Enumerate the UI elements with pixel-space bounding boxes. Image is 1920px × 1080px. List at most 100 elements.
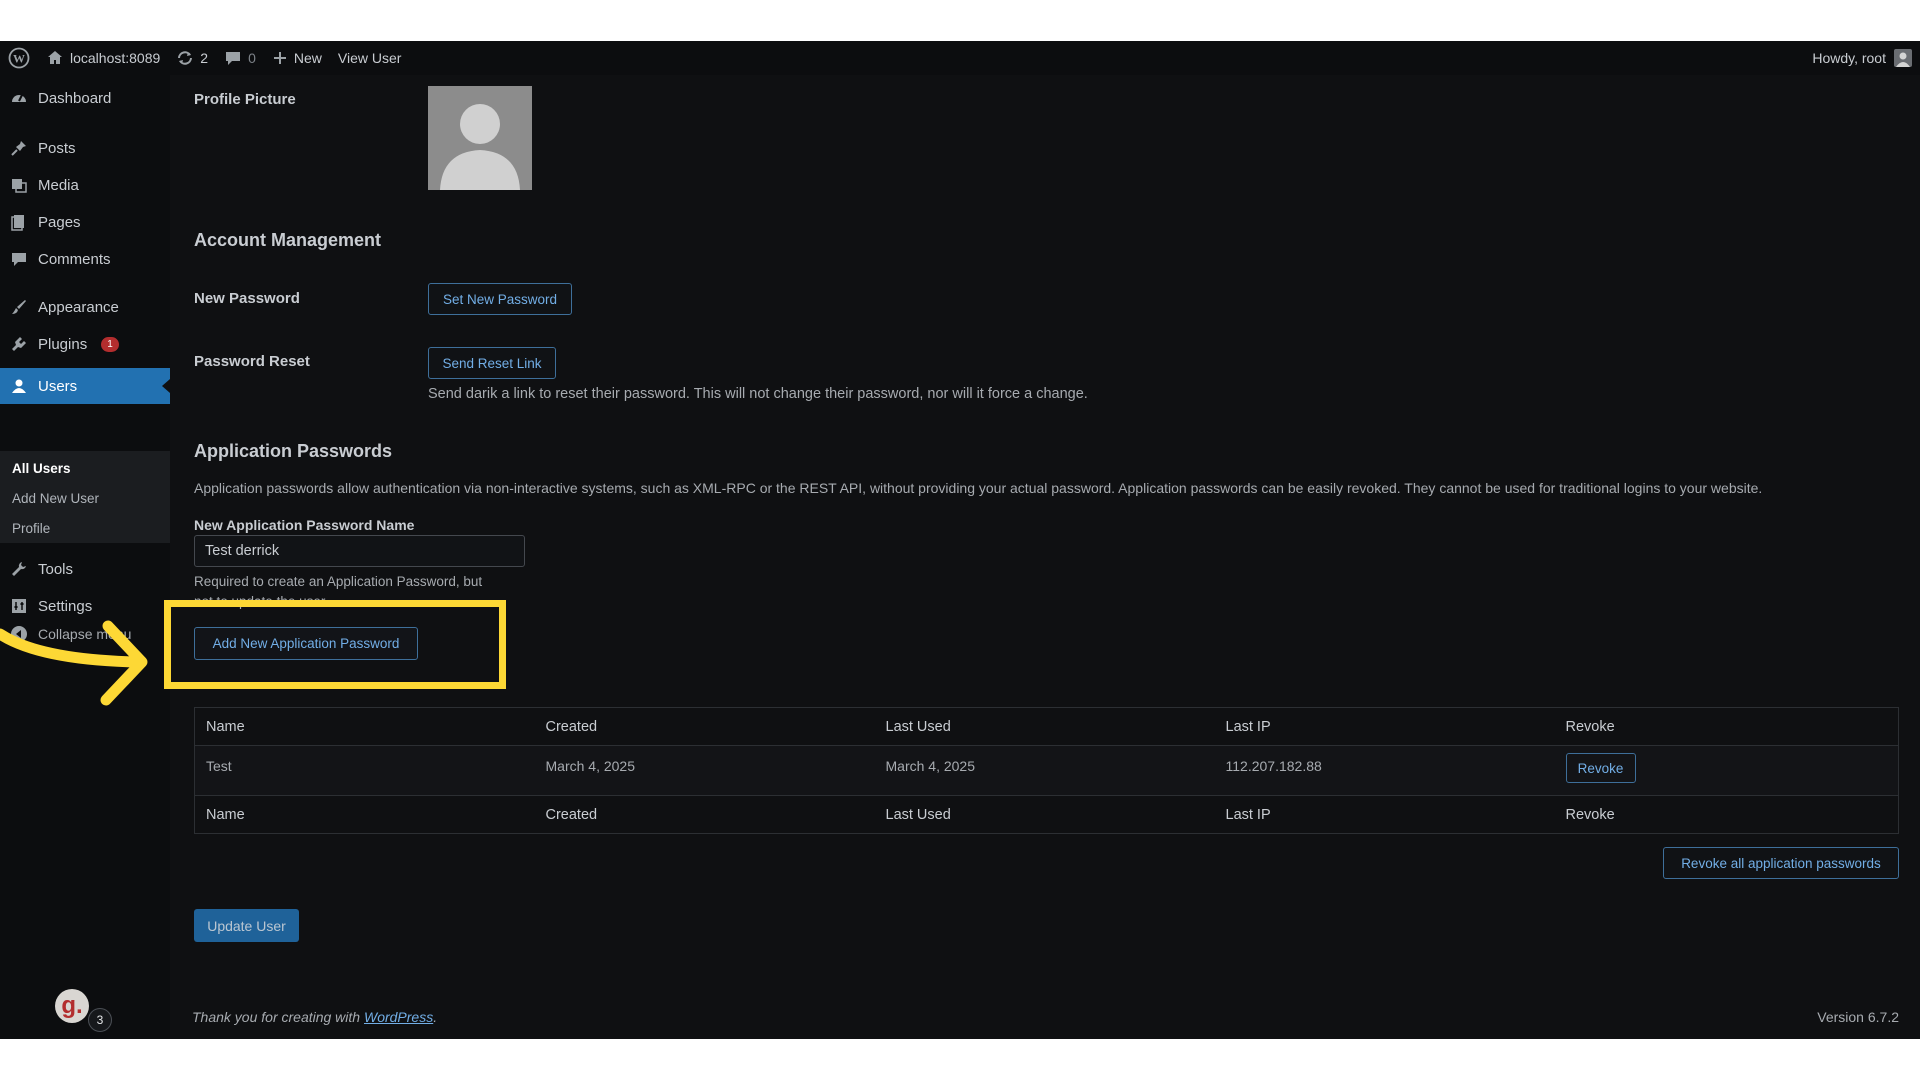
column-footer-last-ip[interactable]: Last IP: [1214, 795, 1555, 834]
column-footer-created[interactable]: Created: [534, 795, 875, 834]
column-header-last-ip[interactable]: Last IP: [1214, 707, 1555, 746]
application-passwords-heading: Application Passwords: [194, 441, 393, 461]
wrench-icon: [10, 560, 28, 578]
sidebar-item-tools[interactable]: Tools: [0, 551, 170, 587]
profile-picture: [428, 86, 532, 190]
howdy-greeting: Howdy, root: [1812, 50, 1886, 66]
sidebar-item-media[interactable]: Media: [0, 167, 170, 203]
media-icon: [10, 176, 28, 194]
update-user-button[interactable]: Update User: [194, 909, 299, 942]
user-silhouette-icon: [1896, 52, 1910, 67]
sidebar-item-label: Plugins: [38, 335, 88, 353]
submenu-all-users[interactable]: All Users: [12, 461, 71, 476]
footer-thanks: Thank you for creating with WordPress.: [192, 1009, 437, 1025]
submenu-add-new-user[interactable]: Add New User: [12, 491, 99, 506]
column-footer-name[interactable]: Name: [194, 795, 535, 834]
sidebar-item-comments[interactable]: Comments: [0, 241, 170, 277]
updates-count: 2: [200, 50, 209, 66]
account-management-heading: Account Management: [194, 230, 382, 250]
sidebar-item-plugins[interactable]: Plugins 1: [0, 326, 170, 362]
sidebar-item-appearance[interactable]: Appearance: [0, 289, 170, 325]
table-footer-row: Name Created Last Used Last IP Revoke: [194, 795, 1899, 834]
password-reset-description: Send darik a link to reset their passwor…: [428, 386, 1088, 402]
password-reset-label: Password Reset: [194, 353, 310, 370]
sidebar-item-label: Dashboard: [38, 89, 112, 107]
comments-menu[interactable]: 0: [216, 41, 264, 75]
comments-count: 0: [248, 50, 256, 66]
plus-icon: [273, 52, 286, 64]
users-icon: [10, 377, 28, 395]
new-label: New: [293, 50, 322, 66]
wordpress-logo-icon: W: [8, 47, 30, 69]
sidebar-item-label: Users: [38, 377, 78, 395]
dashboard-icon: [10, 89, 28, 107]
cell-last-ip: 112.207.182.88: [1214, 745, 1555, 796]
footer-version: Version 6.7.2: [1817, 1009, 1899, 1025]
pushpin-icon: [10, 139, 28, 157]
sidebar-item-label: Media: [38, 176, 79, 194]
revoke-all-application-passwords-button[interactable]: Revoke all application passwords: [1663, 847, 1899, 879]
column-header-name[interactable]: Name: [194, 707, 535, 746]
site-name-menu[interactable]: localhost:8089: [38, 41, 168, 75]
profile-picture-label: Profile Picture: [194, 91, 296, 108]
new-content-menu[interactable]: New: [264, 41, 330, 75]
send-reset-link-button[interactable]: Send Reset Link: [428, 347, 556, 379]
input-value: Test derrick: [205, 543, 280, 559]
sidebar-item-users[interactable]: Users: [0, 368, 170, 404]
screen: W localhost:8089 2 0 New View User Howdy…: [0, 41, 1920, 1039]
sidebar-item-label: Posts: [38, 139, 76, 157]
cell-name: Test: [194, 745, 535, 796]
column-footer-revoke: Revoke: [1554, 795, 1899, 834]
cell-revoke: Revoke: [1554, 745, 1899, 796]
sidebar-item-pages[interactable]: Pages: [0, 204, 170, 240]
admin-bar: W localhost:8089 2 0 New View User Howdy…: [0, 41, 1920, 75]
submenu-profile[interactable]: Profile: [12, 521, 50, 536]
wordpress-logo-menu[interactable]: W: [0, 41, 38, 75]
column-footer-last-used[interactable]: Last Used: [874, 795, 1215, 834]
footer-thanks-prefix: Thank you for creating with: [192, 1009, 364, 1025]
svg-text:W: W: [13, 52, 25, 66]
new-app-password-name-label: New Application Password Name: [194, 517, 415, 533]
paintbrush-icon: [10, 298, 28, 316]
users-submenu: All Users Add New User Profile: [0, 451, 170, 543]
plugin-icon: [10, 335, 28, 353]
guidde-widget-logo[interactable]: g.: [55, 989, 89, 1023]
sidebar-item-dashboard[interactable]: Dashboard: [0, 80, 170, 116]
my-account-menu[interactable]: Howdy, root: [1812, 41, 1912, 75]
sidebar-item-label: Comments: [38, 250, 111, 268]
guidde-widget-count: 3: [88, 1008, 112, 1032]
table-row: Test March 4, 2025 March 4, 2025 112.207…: [194, 745, 1899, 796]
set-new-password-button[interactable]: Set New Password: [428, 283, 572, 315]
column-header-last-used[interactable]: Last Used: [874, 707, 1215, 746]
app-password-help-text-line1: Required to create an Application Passwo…: [194, 574, 483, 589]
highlight-box: [164, 600, 506, 689]
view-user-link[interactable]: View User: [330, 41, 410, 75]
sidebar-item-posts[interactable]: Posts: [0, 130, 170, 166]
sidebar-item-label: Appearance: [38, 298, 119, 316]
column-header-created[interactable]: Created: [534, 707, 875, 746]
comment-icon: [226, 52, 241, 65]
application-passwords-table: Name Created Last Used Last IP Revoke Te…: [194, 707, 1899, 834]
new-app-password-name-input[interactable]: Test derrick: [194, 535, 525, 567]
plugins-update-badge: 1: [101, 336, 119, 352]
sidebar-item-label: Tools: [38, 560, 74, 578]
updates-icon: [178, 51, 193, 65]
user-silhouette-icon: [440, 104, 520, 190]
table-header-row: Name Created Last Used Last IP Revoke: [194, 707, 1899, 746]
cell-last-used: March 4, 2025: [874, 745, 1215, 796]
footer-thanks-suffix: .: [433, 1009, 438, 1025]
column-header-revoke: Revoke: [1554, 707, 1899, 746]
site-name: localhost:8089: [70, 50, 161, 66]
admin-sidebar: Dashboard Posts Media Pages Comments App…: [0, 75, 170, 1039]
new-password-label: New Password: [194, 290, 300, 307]
revoke-button[interactable]: Revoke: [1565, 753, 1636, 783]
cell-created: March 4, 2025: [534, 745, 875, 796]
application-passwords-description: Application passwords allow authenticati…: [194, 480, 1763, 496]
sidebar-item-label: Pages: [38, 213, 81, 231]
wordpress-link[interactable]: WordPress: [364, 1009, 433, 1025]
annotation-arrow-icon: [0, 620, 148, 706]
updates-menu[interactable]: 2: [168, 41, 216, 75]
pages-icon: [10, 213, 28, 231]
widget-logo-text: g.: [61, 992, 83, 1019]
view-user-label: View User: [337, 50, 402, 66]
